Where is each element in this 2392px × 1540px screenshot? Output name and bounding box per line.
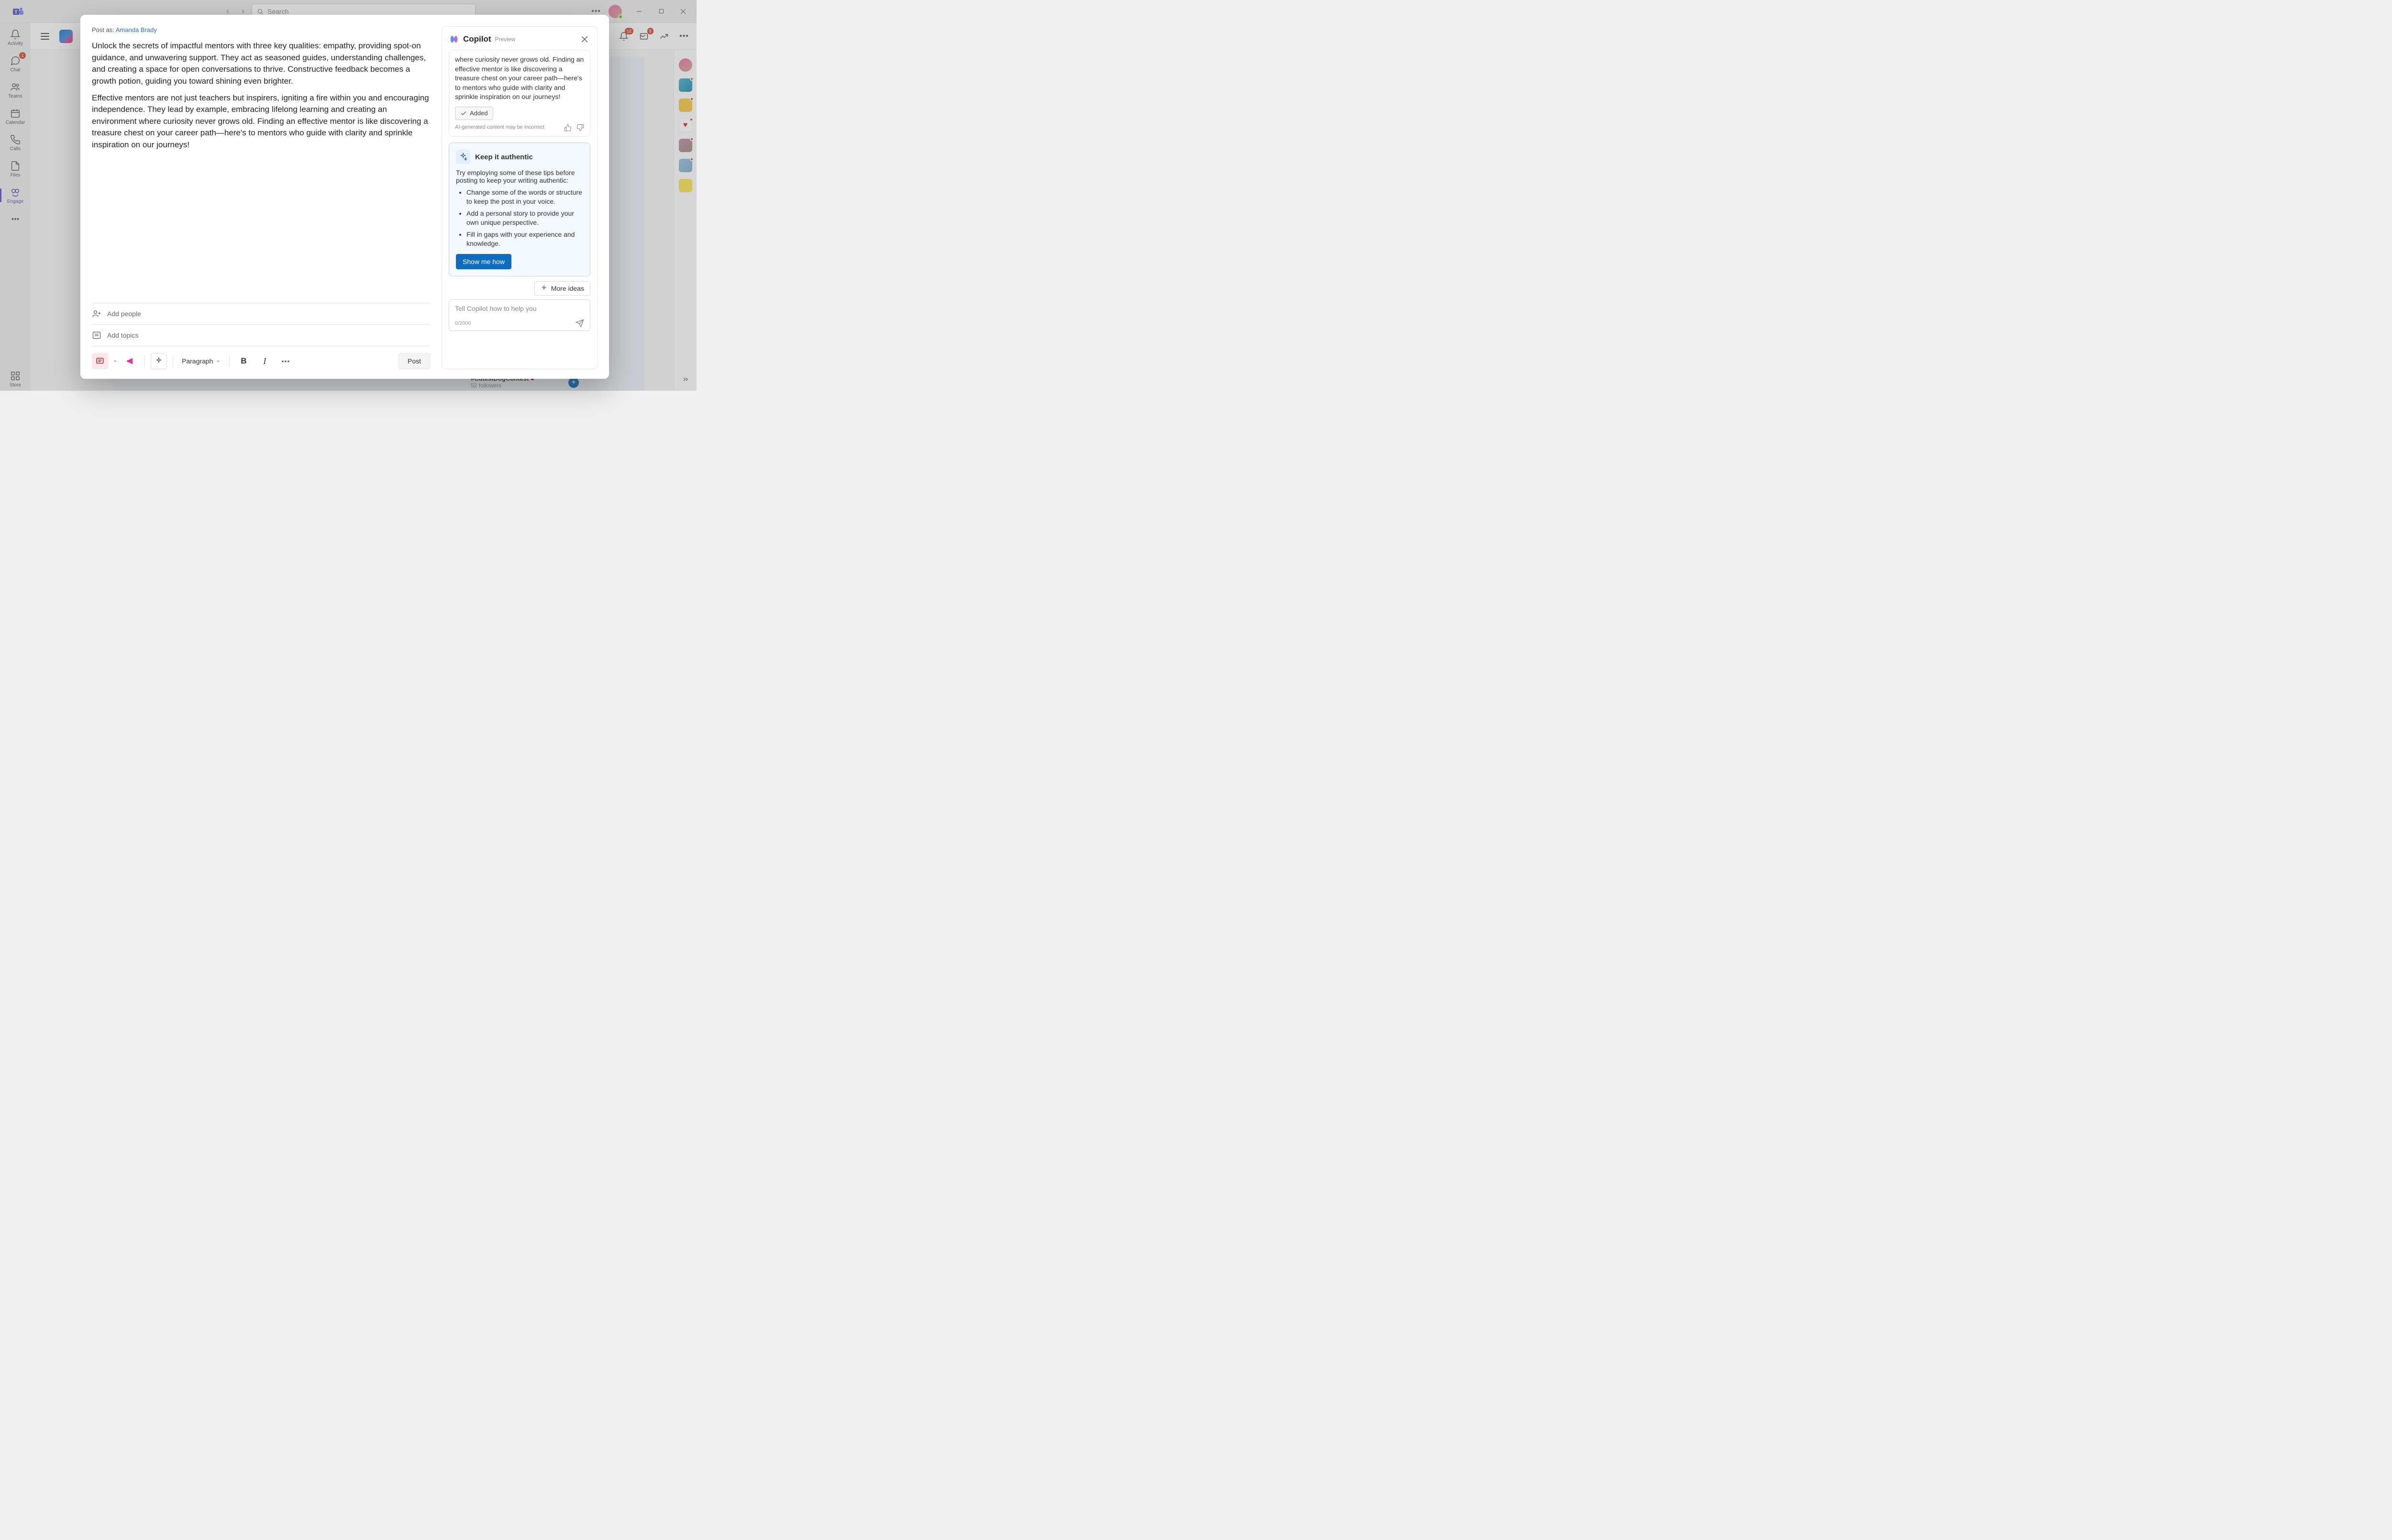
post-as-row: Post as: Amanda Brady bbox=[92, 26, 430, 33]
more-ideas-label: More ideas bbox=[551, 285, 584, 292]
chevron-down-icon bbox=[216, 359, 221, 363]
check-icon bbox=[460, 110, 467, 117]
added-indicator[interactable]: Added bbox=[455, 107, 493, 120]
add-topics-icon bbox=[92, 330, 101, 340]
post-author-link[interactable]: Amanda Brady bbox=[116, 26, 157, 33]
post-as-label: Post as: bbox=[92, 26, 114, 33]
copilot-pane: Copilot Preview where curiosity never gr… bbox=[442, 26, 598, 369]
paragraph-label: Paragraph bbox=[182, 357, 213, 365]
add-people-icon bbox=[92, 309, 101, 319]
lightbulb-icon bbox=[456, 150, 470, 164]
authentic-tip: Add a personal story to provide your own… bbox=[466, 209, 583, 227]
post-paragraph: Effective mentors are not just teachers … bbox=[92, 92, 430, 151]
add-people-row[interactable]: Add people bbox=[92, 303, 430, 324]
added-label: Added bbox=[470, 109, 488, 118]
copilot-response-card: where curiosity never grows old. Finding… bbox=[449, 50, 590, 137]
bold-button[interactable]: B bbox=[235, 353, 252, 369]
authentic-tip: Fill in gaps with your experience and kn… bbox=[466, 230, 583, 248]
add-topics-label: Add topics bbox=[107, 331, 138, 339]
copilot-input[interactable]: Tell Copilot how to help you 0/2000 bbox=[449, 299, 590, 331]
thumbs-up-button[interactable] bbox=[564, 124, 572, 132]
copilot-preview-label: Preview bbox=[495, 36, 516, 43]
megaphone-icon bbox=[126, 356, 135, 366]
copilot-sparkle-icon bbox=[155, 357, 163, 365]
toolbar-more-button[interactable]: ••• bbox=[277, 353, 294, 369]
discussion-icon bbox=[96, 357, 104, 365]
copilot-input-placeholder: Tell Copilot how to help you bbox=[455, 305, 584, 312]
copilot-response-text: where curiosity never grows old. Finding… bbox=[455, 55, 584, 102]
add-people-label: Add people bbox=[107, 310, 141, 318]
keep-authentic-card: Keep it authentic Try employing some of … bbox=[449, 143, 590, 276]
copilot-close-button[interactable] bbox=[579, 33, 590, 45]
editor-column: Post as: Amanda Brady Unlock the secrets… bbox=[92, 26, 430, 369]
more-ideas-button[interactable]: More ideas bbox=[534, 281, 590, 296]
send-button[interactable] bbox=[576, 319, 584, 328]
show-me-how-button[interactable]: Show me how bbox=[456, 254, 511, 269]
copilot-header: Copilot Preview bbox=[449, 33, 590, 45]
sparkle-icon bbox=[541, 285, 547, 292]
authentic-intro: Try employing some of these tips before … bbox=[456, 169, 583, 184]
editor-toolbar: Paragraph B I ••• Post bbox=[92, 346, 430, 369]
post-paragraph: Unlock the secrets of impactful mentors … bbox=[92, 40, 430, 88]
authentic-tips-list: Change some of the words or structure to… bbox=[456, 188, 583, 248]
copilot-toolbar-button[interactable] bbox=[151, 353, 167, 369]
post-body-editor[interactable]: Unlock the secrets of impactful mentors … bbox=[92, 40, 430, 303]
post-type-discussion-button[interactable] bbox=[92, 353, 108, 369]
post-editor-modal: Post as: Amanda Brady Unlock the secrets… bbox=[80, 15, 609, 379]
ai-disclaimer: AI-generated content may be incorrect bbox=[455, 124, 544, 131]
authentic-tip: Change some of the words or structure to… bbox=[466, 188, 583, 206]
chevron-down-icon[interactable] bbox=[113, 359, 118, 363]
authentic-title: Keep it authentic bbox=[475, 153, 533, 161]
copilot-title: Copilot bbox=[463, 34, 491, 44]
copilot-logo-icon bbox=[449, 34, 459, 44]
copilot-char-counter: 0/2000 bbox=[455, 320, 471, 326]
post-button[interactable]: Post bbox=[399, 353, 430, 369]
post-type-announce-button[interactable] bbox=[122, 353, 139, 369]
add-topics-row[interactable]: Add topics bbox=[92, 324, 430, 346]
thumbs-down-button[interactable] bbox=[576, 124, 584, 132]
paragraph-style-select[interactable]: Paragraph bbox=[179, 355, 223, 367]
italic-button[interactable]: I bbox=[256, 353, 273, 369]
